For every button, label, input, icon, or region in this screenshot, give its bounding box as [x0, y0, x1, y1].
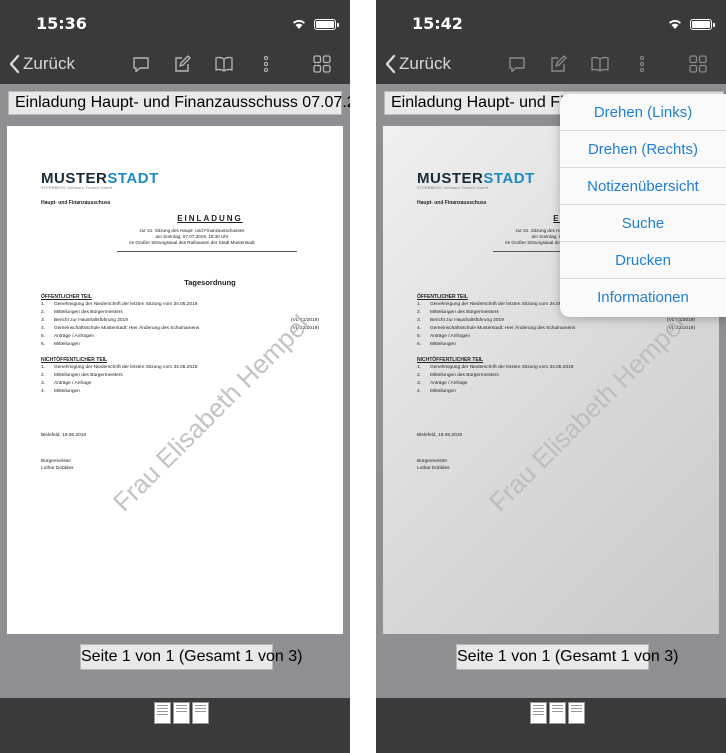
- screen-right: 15:42 Zurück Einladung Haupt- und Finanz…: [376, 0, 726, 753]
- toolbar: Zurück: [0, 44, 350, 84]
- watermark: Frau Elisabeth Hempel: [483, 308, 692, 518]
- signer-name: Lothar Dobbles: [41, 466, 74, 471]
- agenda-item: 2. Mitteilungen des Bürgermeisters: [41, 373, 123, 378]
- document-page[interactable]: MUSTERSTADT STERNBERG Software-Technik G…: [7, 126, 343, 634]
- invite-line: am Sonntag, 07.07.2019, 18:30 Uhr: [155, 234, 229, 239]
- thumbnail-bar: [0, 698, 350, 753]
- more-button[interactable]: [256, 54, 276, 74]
- page-thumbnails: [530, 702, 586, 724]
- bookmarks-button[interactable]: [590, 54, 610, 74]
- public-section-title: ÖFFENTLICHER TEIL: [417, 294, 468, 300]
- document-content: MUSTERSTADT STERNBERG Software-Technik G…: [7, 126, 343, 634]
- invite-line: zur 31. Sitzung des Haupt- und Finanzaus…: [139, 228, 245, 233]
- menu-item-rotate-right[interactable]: Drehen (Rechts): [560, 131, 726, 168]
- agenda-item: 4. Mitteilungen: [41, 389, 80, 394]
- page-bar: Seite 1 von 1 (Gesamt 1 von 3): [0, 634, 350, 698]
- agenda-item: 2. Mitteilungen des Bürgermeisters: [417, 373, 499, 378]
- status-time: 15:36: [36, 14, 87, 33]
- back-label: Zurück: [399, 54, 451, 73]
- committee-name: Haupt- und Finanzausschuss: [41, 200, 111, 206]
- logo-subtitle: STERNBERG Software-Technik GmbH: [417, 186, 489, 190]
- more-vertical-icon: [263, 55, 269, 73]
- invitation-heading: EINLADUNG: [177, 214, 243, 223]
- page-thumbnails: [154, 702, 210, 724]
- page-thumbnail[interactable]: [173, 702, 190, 724]
- back-button[interactable]: Zurück: [8, 52, 75, 76]
- book-icon: [591, 56, 609, 72]
- city-logo: MUSTERSTADT: [41, 170, 159, 187]
- place-date: Bielefeld, 19.06.2019: [417, 433, 463, 438]
- book-icon: [215, 56, 233, 72]
- page-bar: Seite 1 von 1 (Gesamt 1 von 3): [376, 634, 726, 698]
- battery-icon: [690, 19, 715, 30]
- agenda-item: 1. Genehmigung der Niederschrift der letz…: [41, 302, 198, 307]
- agenda-item: 1. Genehmigung der Niederschrift der letz…: [417, 365, 574, 370]
- more-menu: Drehen (Links) Drehen (Rechts) Notizenüb…: [560, 94, 726, 317]
- menu-item-rotate-left[interactable]: Drehen (Links): [560, 94, 726, 131]
- logo-subtitle: STERNBERG Software-Technik GmbH: [41, 186, 113, 190]
- agenda-item: 1. Genehmigung der Niederschrift der letz…: [41, 365, 198, 370]
- grid-view-button[interactable]: [688, 54, 708, 74]
- place-date: Bielefeld, 19.06.2019: [41, 433, 87, 438]
- page-indicator: Seite 1 von 1 (Gesamt 1 von 3): [456, 644, 678, 670]
- divider: [117, 251, 297, 252]
- bookmarks-button[interactable]: [214, 54, 234, 74]
- invite-line: im Großer Sitzungssaal des Rathausen der…: [129, 240, 255, 245]
- document-title: Einladung Haupt- und Finanzausschuss 07.…: [8, 91, 350, 115]
- comment-icon: [509, 57, 525, 73]
- page-indicator: Seite 1 von 1 (Gesamt 1 von 3): [80, 644, 302, 670]
- comment-button[interactable]: [507, 54, 527, 74]
- comment-button[interactable]: [131, 54, 151, 74]
- watermark: Frau Elisabeth Hempel: [107, 308, 316, 518]
- status-bar: 15:42: [376, 0, 726, 44]
- signer-role: Bürgermeister: [417, 459, 448, 464]
- page-thumbnail[interactable]: [568, 702, 585, 724]
- chevron-left-icon: [385, 54, 396, 74]
- page-thumbnail[interactable]: [192, 702, 209, 724]
- nonpublic-section-title: NICHTÖFFENTLICHER TEIL: [41, 357, 108, 363]
- city-logo: MUSTERSTADT: [417, 170, 535, 187]
- edit-icon: [551, 55, 567, 72]
- thumbnail-bar: [376, 698, 726, 753]
- menu-item-print[interactable]: Drucken: [560, 242, 726, 279]
- status-bar: 15:36: [0, 0, 350, 44]
- grid-view-button[interactable]: [312, 54, 332, 74]
- battery-icon: [314, 19, 339, 30]
- back-label: Zurück: [23, 54, 75, 73]
- grid-icon: [313, 55, 331, 73]
- comment-icon: [133, 57, 149, 73]
- toolbar: Zurück: [376, 44, 726, 84]
- signer-role: Bürgermeister: [41, 459, 72, 464]
- screen-left: 15:36 Zurück Einladung Haupt- und Finanz…: [0, 0, 350, 753]
- signer-name: Lothar Dobbles: [417, 466, 450, 471]
- title-bar: Einladung Haupt- und Finanzausschuss 07.…: [0, 84, 350, 126]
- menu-item-information[interactable]: Informationen: [560, 279, 726, 316]
- agenda-title: Tagesordnung: [184, 278, 236, 287]
- page-thumbnail[interactable]: [154, 702, 171, 724]
- committee-name: Haupt- und Finanzausschuss: [417, 200, 487, 206]
- edit-button[interactable]: [172, 54, 192, 74]
- menu-item-search[interactable]: Suche: [560, 205, 726, 242]
- edit-button[interactable]: [548, 54, 568, 74]
- nonpublic-section-title: NICHTÖFFENTLICHER TEIL: [417, 357, 484, 363]
- more-vertical-icon: [639, 55, 645, 73]
- grid-icon: [689, 55, 707, 73]
- wifi-icon: [669, 20, 681, 29]
- status-time: 15:42: [412, 14, 463, 33]
- agenda-item: 3. Anträge / Anfrage: [417, 381, 468, 386]
- back-button[interactable]: Zurück: [384, 52, 451, 76]
- chevron-left-icon: [9, 54, 20, 74]
- page-thumbnail[interactable]: [530, 702, 547, 724]
- more-button[interactable]: [632, 54, 652, 74]
- agenda-item: 4. Mitteilungen: [417, 389, 456, 394]
- page-thumbnail[interactable]: [549, 702, 566, 724]
- menu-item-notes-overview[interactable]: Notizenübersicht: [560, 168, 726, 205]
- wifi-icon: [293, 20, 305, 29]
- agenda-item: 3. Anträge / Anfrage: [41, 381, 92, 386]
- edit-icon: [175, 55, 191, 72]
- public-section-title: ÖFFENTLICHER TEIL: [41, 294, 92, 300]
